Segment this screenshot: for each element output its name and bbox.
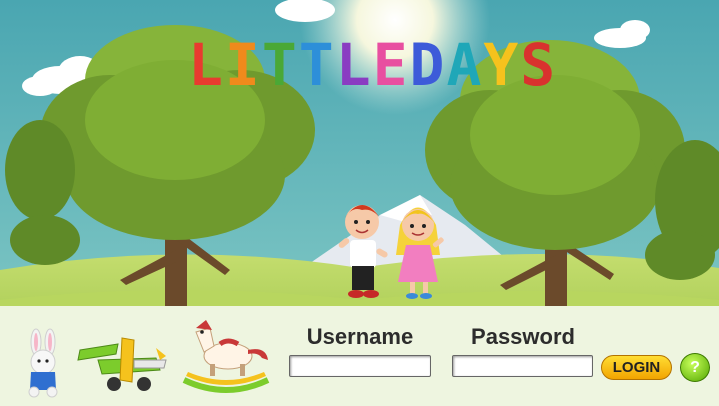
username-label: Username bbox=[306, 324, 414, 349]
password-label: Password bbox=[471, 324, 575, 349]
title-letter: T bbox=[261, 31, 299, 99]
title-letter: T bbox=[298, 31, 336, 99]
title-letter: Y bbox=[483, 31, 521, 99]
app-title: LITTLE DAYS bbox=[188, 30, 555, 100]
title-letter: S bbox=[520, 31, 558, 99]
bunny-icon bbox=[28, 328, 58, 398]
title-letter: E bbox=[372, 31, 410, 99]
login-button[interactable]: LOGIN bbox=[601, 355, 672, 380]
title-letter: I bbox=[224, 31, 262, 99]
help-button[interactable]: ? bbox=[680, 353, 710, 382]
password-input[interactable] bbox=[452, 355, 593, 377]
title-letter: D bbox=[409, 31, 447, 99]
title-letter: L bbox=[335, 31, 373, 99]
username-input[interactable] bbox=[289, 355, 431, 377]
title-letter: A bbox=[446, 31, 484, 99]
rocking-horse-icon bbox=[182, 320, 270, 393]
toy-plane-icon bbox=[77, 337, 167, 391]
title-letter: L bbox=[188, 31, 225, 99]
